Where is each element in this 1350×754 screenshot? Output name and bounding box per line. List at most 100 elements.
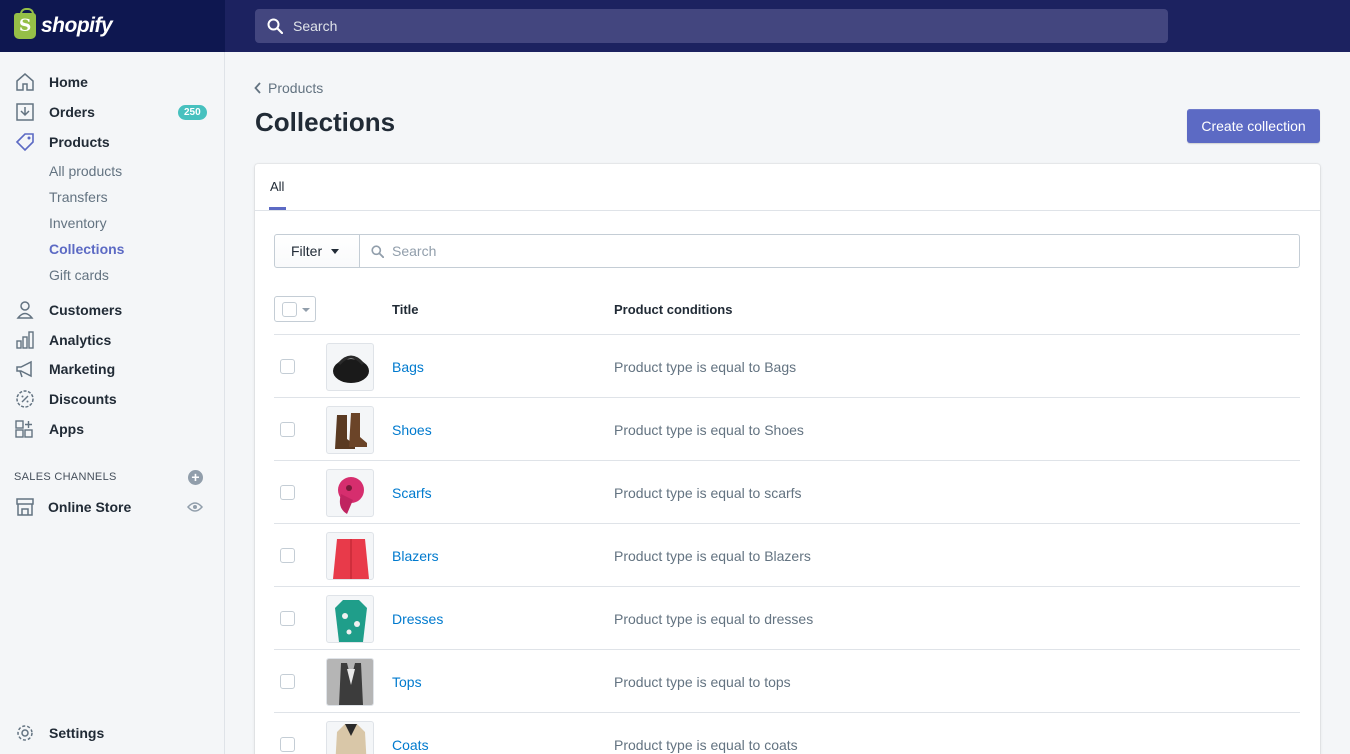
sidebar-subitem-gift-cards[interactable]: Gift cards — [49, 267, 109, 283]
product-condition: Product type is equal to Bags — [614, 359, 797, 375]
breadcrumb[interactable]: Products — [254, 80, 323, 96]
table-row[interactable]: Coats Product type is equal to coats — [274, 713, 1300, 754]
sidebar-item-label: Discounts — [49, 391, 117, 407]
collection-thumbnail — [326, 658, 374, 706]
home-icon — [16, 73, 34, 91]
tab-all[interactable]: All — [270, 179, 284, 194]
sidebar-item-apps[interactable]: Apps — [0, 414, 225, 444]
table-row[interactable]: Dresses Product type is equal to dresses — [274, 587, 1300, 650]
collections-card: All Filter Title Product conditions Bags… — [255, 164, 1320, 754]
row-checkbox[interactable] — [280, 422, 295, 437]
tag-icon — [15, 133, 34, 152]
orders-count-badge: 250 — [178, 105, 207, 120]
gear-icon — [17, 725, 33, 741]
table-row[interactable]: Blazers Product type is equal to Blazers — [274, 524, 1300, 587]
create-collection-button[interactable]: Create collection — [1187, 109, 1320, 143]
sidebar-item-products[interactable]: Products — [0, 127, 225, 157]
sidebar-item-label: Customers — [49, 302, 123, 318]
product-condition: Product type is equal to tops — [614, 674, 791, 690]
row-checkbox[interactable] — [280, 611, 295, 626]
sidebar-item-customers[interactable]: Customers — [0, 295, 225, 325]
sidebar-item-label: Home — [49, 74, 88, 90]
top-bar: S shopify Search — [0, 0, 1350, 52]
apps-icon — [15, 420, 33, 438]
caret-down-icon[interactable] — [302, 308, 310, 312]
discount-icon — [16, 390, 34, 408]
collection-thumbnail — [326, 595, 374, 643]
table-row[interactable]: Bags Product type is equal to Bags — [274, 335, 1300, 398]
megaphone-icon — [16, 360, 32, 378]
person-icon — [16, 301, 34, 319]
global-search-bar[interactable]: Search — [255, 9, 1168, 43]
breadcrumb-label: Products — [268, 80, 324, 96]
logo-text: shopify — [41, 14, 113, 37]
add-sales-channel-icon[interactable]: + — [188, 470, 203, 485]
collections-search — [359, 234, 1300, 268]
table-row[interactable]: Scarfs Product type is equal to scarfs — [274, 461, 1300, 524]
eye-icon[interactable] — [187, 501, 203, 513]
global-search-placeholder: Search — [293, 18, 338, 34]
collection-title-link[interactable]: Tops — [392, 674, 422, 690]
column-header-conditions: Product conditions — [614, 302, 733, 317]
sidebar-subitem-collections[interactable]: Collections — [49, 241, 124, 257]
product-condition: Product type is equal to Blazers — [614, 548, 811, 564]
collections-search-input[interactable] — [392, 243, 1272, 259]
sidebar: Home Orders 250 Products All products Tr… — [0, 52, 225, 754]
shopping-bag-icon: S — [14, 8, 36, 39]
collection-thumbnail — [326, 721, 374, 754]
sidebar-subitem-inventory[interactable]: Inventory — [49, 215, 107, 231]
sidebar-item-label: Settings — [49, 725, 105, 741]
sales-channels-heading: SALES CHANNELS — [14, 471, 117, 483]
sidebar-item-analytics[interactable]: Analytics — [0, 325, 225, 355]
filter-button[interactable]: Filter — [274, 234, 360, 268]
search-icon — [371, 244, 384, 258]
row-checkbox[interactable] — [280, 674, 295, 689]
bulk-select-checkbox[interactable] — [274, 296, 316, 322]
product-condition: Product type is equal to scarfs — [614, 485, 802, 501]
row-checkbox[interactable] — [280, 485, 295, 500]
sidebar-item-label: Products — [49, 134, 110, 150]
sidebar-item-label: Orders — [49, 104, 95, 120]
collection-thumbnail — [326, 469, 374, 517]
shopify-logo[interactable]: S shopify — [0, 0, 225, 52]
sidebar-item-label: Online Store — [48, 499, 132, 515]
collection-thumbnail — [326, 406, 374, 454]
sidebar-item-label: Analytics — [49, 332, 112, 348]
sidebar-item-home[interactable]: Home — [0, 67, 225, 97]
collection-title-link[interactable]: Blazers — [392, 548, 439, 564]
row-checkbox[interactable] — [280, 359, 295, 374]
tab-bar: All — [255, 164, 1320, 211]
collection-title-link[interactable]: Bags — [392, 359, 424, 375]
sidebar-subitem-transfers[interactable]: Transfers — [49, 189, 108, 205]
store-icon — [16, 498, 34, 516]
sidebar-item-marketing[interactable]: Marketing — [0, 354, 225, 384]
sidebar-item-label: Apps — [49, 421, 84, 437]
chevron-left-icon — [254, 82, 261, 94]
row-checkbox[interactable] — [280, 548, 295, 563]
caret-down-icon — [331, 248, 340, 254]
select-all-checkbox[interactable] — [282, 302, 297, 317]
logo-glyph: S — [19, 16, 32, 36]
sidebar-subitem-all-products[interactable]: All products — [49, 163, 122, 179]
collection-title-link[interactable]: Scarfs — [392, 485, 432, 501]
collection-title-link[interactable]: Coats — [392, 737, 429, 753]
sidebar-item-discounts[interactable]: Discounts — [0, 384, 225, 414]
search-icon — [267, 18, 283, 34]
column-header-title: Title — [392, 302, 419, 317]
page-title: Collections — [255, 107, 396, 137]
collection-title-link[interactable]: Dresses — [392, 611, 443, 627]
active-tab-indicator — [269, 207, 286, 210]
orders-icon — [16, 103, 34, 121]
sidebar-item-orders[interactable]: Orders 250 — [0, 97, 225, 127]
filter-button-label: Filter — [291, 243, 323, 259]
table-row[interactable]: Shoes Product type is equal to Shoes — [274, 398, 1300, 461]
product-condition: Product type is equal to coats — [614, 737, 798, 753]
table-row[interactable]: Tops Product type is equal to tops — [274, 650, 1300, 713]
collection-title-link[interactable]: Shoes — [392, 422, 432, 438]
sidebar-item-settings[interactable]: Settings — [0, 718, 225, 748]
row-checkbox[interactable] — [280, 737, 295, 752]
sidebar-item-online-store[interactable]: Online Store — [0, 492, 225, 522]
sidebar-item-label: Marketing — [49, 361, 116, 377]
collection-thumbnail — [326, 532, 374, 580]
product-condition: Product type is equal to Shoes — [614, 422, 804, 438]
